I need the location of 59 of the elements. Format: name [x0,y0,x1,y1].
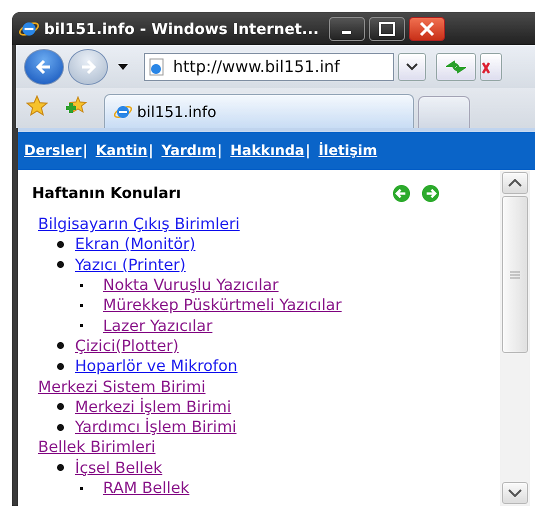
topic-link[interactable]: Merkezi Sistem Birimi [38,378,206,396]
nav-separator: | [148,143,154,159]
topic-link[interactable]: Merkezi İşlem Birimi [75,398,232,416]
topic-link[interactable]: Mürekkep Püskürtmeli Yazıcılar [103,296,342,314]
topic-link[interactable]: İçsel Bellek [75,458,162,477]
topic-link[interactable]: Yazıcı (Printer) [75,256,186,274]
scroll-down-icon[interactable] [508,489,522,497]
nav-link[interactable]: Kantin [96,143,148,159]
close-button[interactable] [408,16,445,40]
bullet-icon [57,464,64,472]
add-favorite-icon[interactable] [64,96,88,116]
bullet-icon [57,362,64,370]
nav-separator: | [82,143,88,159]
address-dropdown-button[interactable] [398,52,426,80]
topic-link[interactable]: RAM Bellek [103,479,190,497]
refresh-icon [446,60,466,74]
minimize-button[interactable] [328,16,365,40]
maximize-icon [376,20,397,36]
bullet-icon [57,424,64,431]
topic-link[interactable]: Ekran (Monitör) [75,235,196,254]
nav-link[interactable]: İletişim [318,143,378,159]
back-button[interactable] [24,48,64,84]
nav-link[interactable]: Dersler [24,143,82,159]
nav-separator: | [305,143,310,159]
scrollbar[interactable] [500,170,530,506]
minimize-icon [342,31,352,34]
address-field[interactable]: http://www.bil151.inf [144,52,394,80]
refresh-button[interactable] [436,52,476,80]
chevron-down-icon [406,62,418,70]
bullet-icon [57,261,64,268]
nav-link[interactable]: Hakkında [230,143,304,159]
page-icon [149,58,165,76]
bullet-icon [57,403,64,410]
bullet-icon [57,342,64,350]
forward-button[interactable] [68,48,108,84]
dropdown-icon[interactable] [118,64,128,70]
bullet-icon [80,486,83,490]
topic-link[interactable]: Nokta Vuruşlu Yazıcılar [103,276,279,294]
topic-link[interactable]: Hoparlör ve Mikrofon [75,357,238,376]
stop-button[interactable] [480,52,502,80]
bullet-icon [57,240,64,248]
window-title: bil151.info - Windows Internet... [44,20,319,38]
topic-link[interactable]: Çizici(Plotter) [75,336,179,355]
browser-tab[interactable]: bil151.info [104,94,414,128]
topic-link[interactable]: Lazer Yazıcılar [103,316,212,335]
nav-link[interactable]: Yardım [162,143,216,159]
scroll-up-icon[interactable] [508,179,522,187]
topic-link[interactable]: Bilgisayarın Çıkış Birimleri [38,215,240,234]
bullet-icon [80,324,83,328]
topic-link[interactable]: Bellek Birimleri [38,438,156,456]
bullet-icon [80,304,83,307]
topic-link[interactable]: Yardımcı İşlem Birimi [75,418,236,436]
bullet-icon [80,284,83,287]
section-heading: Haftanın Konuları [32,184,182,202]
grip-icon [510,270,520,278]
stop-icon [481,60,491,74]
favorites-star-icon[interactable] [26,95,48,117]
maximize-button[interactable] [368,16,405,40]
nav-separator: | [217,143,222,159]
